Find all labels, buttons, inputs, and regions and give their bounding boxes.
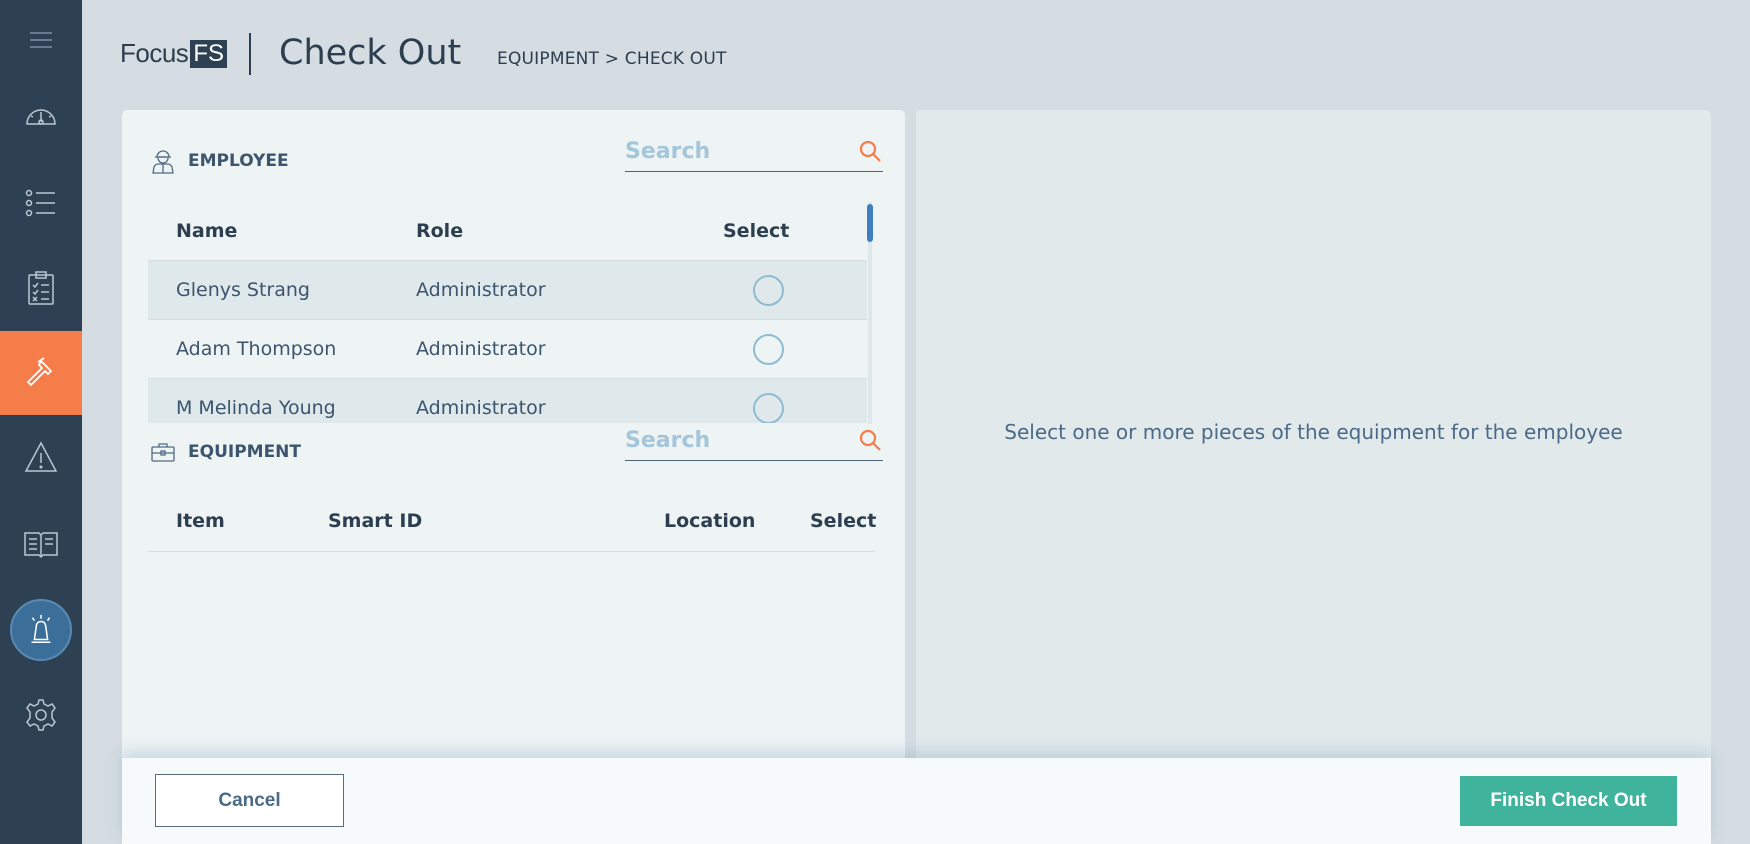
table-row[interactable]: Glenys Strang Administrator xyxy=(148,260,867,319)
equipment-search-input[interactable] xyxy=(625,428,825,453)
column-header-select: Select xyxy=(723,220,790,242)
employee-name: Glenys Strang xyxy=(176,279,310,301)
search-icon[interactable] xyxy=(857,428,883,454)
list-icon xyxy=(25,189,55,217)
column-header-item: Item xyxy=(176,510,225,532)
equipment-search[interactable] xyxy=(625,421,883,461)
scrollbar-thumb[interactable] xyxy=(867,204,873,242)
gear-icon xyxy=(26,699,56,731)
employee-section-header: EMPLOYEE xyxy=(150,148,289,174)
app-logo: Focus FS xyxy=(120,38,227,69)
siren-icon xyxy=(31,614,51,644)
page-title: Check Out xyxy=(279,33,462,73)
employee-search[interactable] xyxy=(625,132,883,172)
gauge-icon xyxy=(26,109,56,125)
sidebar-item-dashboard[interactable] xyxy=(0,76,82,160)
hamburger-icon xyxy=(30,32,52,48)
action-footer: Cancel Finish Check Out xyxy=(122,758,1711,844)
column-header-smart-id: Smart ID xyxy=(328,510,423,532)
equipment-section-header: EQUIPMENT xyxy=(150,439,301,465)
sidebar-item-manual[interactable] xyxy=(0,501,82,585)
empty-state-message: Select one or more pieces of the equipme… xyxy=(1004,420,1623,444)
logo-box: FS xyxy=(190,39,227,68)
sidebar-item-emergency[interactable] xyxy=(0,588,82,672)
employee-search-input[interactable] xyxy=(625,139,825,164)
menu-button[interactable] xyxy=(0,20,82,60)
sidebar xyxy=(0,0,82,844)
breadcrumb: EQUIPMENT > CHECK OUT xyxy=(497,49,727,69)
book-icon xyxy=(24,532,58,559)
employee-name: Adam Thompson xyxy=(176,338,337,360)
header-divider xyxy=(249,33,251,75)
table-row[interactable]: M Melinda Young Administrator xyxy=(148,378,867,423)
sidebar-item-checklist[interactable] xyxy=(0,246,82,330)
employee-name: M Melinda Young xyxy=(176,397,336,419)
hammer-icon xyxy=(26,357,53,387)
search-icon[interactable] xyxy=(857,139,883,165)
selection-panel: EMPLOYEE Name Role Select Glenys Strang … xyxy=(122,110,905,844)
sidebar-item-equipment[interactable] xyxy=(0,331,82,415)
sidebar-item-settings[interactable] xyxy=(0,673,82,757)
table-row[interactable]: Adam Thompson Administrator xyxy=(148,319,867,378)
emergency-button[interactable] xyxy=(10,599,72,661)
column-header-name: Name xyxy=(176,220,238,242)
sidebar-item-list[interactable] xyxy=(0,161,82,245)
logo-text: Focus xyxy=(120,38,189,68)
cancel-button[interactable]: Cancel xyxy=(155,774,344,827)
select-radio[interactable] xyxy=(753,393,784,423)
employee-role: Administrator xyxy=(416,397,546,419)
employee-label: EMPLOYEE xyxy=(188,151,289,171)
sidebar-item-alerts[interactable] xyxy=(0,416,82,500)
employee-table-body: Glenys Strang Administrator Adam Thompso… xyxy=(148,260,867,423)
select-radio[interactable] xyxy=(753,334,784,365)
warning-icon xyxy=(24,441,58,472)
worker-icon xyxy=(152,150,174,174)
column-header-select: Select xyxy=(810,510,877,532)
table-divider xyxy=(148,551,875,552)
briefcase-icon xyxy=(151,443,175,462)
select-radio[interactable] xyxy=(753,275,784,306)
column-header-role: Role xyxy=(416,220,464,242)
finish-check-out-button[interactable]: Finish Check Out xyxy=(1460,776,1677,826)
employee-role: Administrator xyxy=(416,279,546,301)
clipboard-icon xyxy=(28,271,54,305)
employee-role: Administrator xyxy=(416,338,546,360)
column-header-location: Location xyxy=(664,510,756,532)
equipment-label: EQUIPMENT xyxy=(188,442,302,462)
equipment-detail-panel: Select one or more pieces of the equipme… xyxy=(916,110,1711,844)
